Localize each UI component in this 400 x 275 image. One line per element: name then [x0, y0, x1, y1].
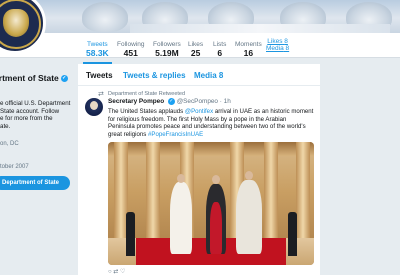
- stat-value: 16: [243, 48, 254, 58]
- author-name[interactable]: Secretary Pompeo: [108, 98, 164, 105]
- photo-column: [146, 142, 160, 238]
- stat-value: 6: [217, 48, 223, 58]
- stat-value: 5.19M: [155, 48, 179, 58]
- stat-following[interactable]: Following 451: [117, 41, 144, 58]
- photo-ceiling: [108, 142, 314, 156]
- tab-tweets[interactable]: Tweets: [86, 71, 113, 80]
- verified-badge-icon: ✓: [60, 75, 68, 83]
- eagle-emblem-icon: [3, 9, 29, 37]
- stat-label: Moments: [235, 41, 262, 48]
- timeline-card: Tweets Tweets & replies Media 8 ⇄ Depart…: [78, 64, 320, 275]
- tab-tweets-replies[interactable]: Tweets & replies: [123, 71, 186, 80]
- twitter-profile-page: Tweets 58.3K Following 451 Followers 5.1…: [0, 0, 400, 275]
- retweet-icon: ⇄: [98, 91, 104, 98]
- stat-label: Tweets: [87, 41, 108, 48]
- profile-stats-nav: Tweets 58.3K Following 451 Followers 5.1…: [0, 33, 400, 64]
- bio-line: e official U.S. Department: [0, 100, 71, 107]
- stat-label: Media 8: [266, 45, 290, 52]
- header-banner: [0, 0, 400, 33]
- stat-tweets[interactable]: Tweets 58.3K: [83, 41, 112, 64]
- stat-likes[interactable]: Likes 25: [188, 41, 203, 58]
- photo-guard: [126, 212, 135, 256]
- bio-line: e for more from the: [0, 115, 53, 122]
- tweet-photo[interactable]: [108, 142, 314, 265]
- photo-guard: [288, 212, 297, 256]
- tweet-item[interactable]: ⇄ Department of State Retweeted Secretar…: [78, 87, 320, 275]
- photo-person-thobe: [236, 180, 262, 254]
- photo-person-head: [212, 175, 220, 184]
- profile-location: on, DC: [0, 141, 19, 147]
- photo-person-red-sash: [210, 202, 222, 254]
- tweet-text: The United States applauds @Pontifex arr…: [108, 108, 314, 139]
- profile-name[interactable]: Department of State✓: [0, 73, 68, 83]
- timeline-tabs: Tweets Tweets & replies Media 8: [78, 64, 320, 86]
- stat-label: Likes 8: [267, 38, 288, 45]
- stat-value: 58.3K: [86, 48, 109, 58]
- mention-link[interactable]: @Pontifex: [185, 108, 213, 115]
- tweet-header: Secretary Pompeo ✓ @SecPompeo · 1h: [108, 98, 231, 105]
- photo-column: [264, 142, 278, 238]
- stat-lists[interactable]: Lists 6: [213, 41, 226, 58]
- message-button[interactable]: Department of State: [0, 176, 70, 190]
- stat-label: Following: [117, 41, 145, 48]
- stat-value: 25: [190, 48, 201, 58]
- stat-followers[interactable]: Followers 5.19M: [153, 41, 181, 58]
- hashtag-link[interactable]: #PopeFrancisInUAE: [148, 131, 203, 138]
- photo-column: [296, 142, 310, 238]
- photo-person-head: [245, 171, 253, 180]
- tweet-text-part: The United States applauds: [108, 108, 185, 115]
- profile-sidebar: Department of State✓ e official U.S. Dep…: [0, 58, 78, 275]
- profile-name-text: Department of State: [0, 73, 59, 83]
- profile-bio: e official U.S. Department State account…: [0, 100, 72, 130]
- tab-media[interactable]: Media 8: [194, 71, 223, 80]
- verified-badge-icon: ✓: [167, 98, 175, 105]
- stat-label: Lists: [213, 41, 227, 48]
- banner-band: [130, 24, 390, 33]
- bio-line: ate.: [0, 122, 11, 130]
- profile-join-date: tober 2007: [0, 164, 29, 170]
- stat-label: Followers: [153, 41, 181, 48]
- author-handle[interactable]: @SecPompeo · 1h: [177, 98, 231, 105]
- stat-value: 451: [123, 48, 138, 58]
- stat-label: Likes: [188, 41, 204, 48]
- bio-line: State account. Follow: [0, 107, 60, 115]
- retweet-context[interactable]: Department of State Retweeted: [108, 91, 185, 97]
- tweet-actions[interactable]: ○ ⇄ ♡: [108, 268, 125, 275]
- wreath-ornament-left: [82, 2, 128, 32]
- stat-likes-link[interactable]: Likes 8 Media 8: [266, 38, 289, 52]
- photo-person-white-robe: [170, 182, 192, 254]
- stat-moments[interactable]: Moments 16: [235, 41, 262, 58]
- author-avatar[interactable]: [85, 98, 103, 116]
- photo-person-head: [177, 174, 185, 183]
